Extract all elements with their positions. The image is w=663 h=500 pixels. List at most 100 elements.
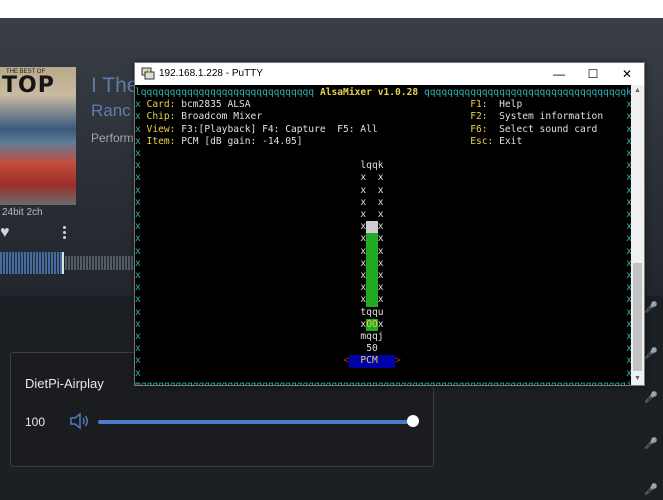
- info-value: F3:[Playback] F4: Capture F5: All: [181, 123, 378, 135]
- border-left: x: [135, 99, 141, 111]
- fader-level: aa: [366, 245, 378, 258]
- maximize-button[interactable]: ☐: [576, 63, 610, 85]
- info-value: PCM [dB gain: -14.05]: [181, 135, 303, 147]
- waveform-played: [0, 252, 62, 274]
- border-left: x: [135, 160, 141, 172]
- browser-top-bar: [0, 0, 663, 18]
- terminal-area[interactable]: lqqqqqqqqqqqqqqqqqqqqqqqqqqqqqq AlsaMixe…: [135, 85, 631, 385]
- key-label: F6:: [470, 123, 488, 135]
- border-left: x: [135, 257, 141, 269]
- border-left: x: [135, 294, 141, 306]
- key-action: Select sound card: [499, 123, 598, 135]
- key-label: F2:: [470, 111, 488, 123]
- minimize-button[interactable]: —: [542, 63, 576, 85]
- scroll-down-icon[interactable]: ▼: [631, 373, 644, 385]
- audio-format-info: 24bit 2ch: [2, 207, 43, 218]
- album-art: THE BEST OF TOP: [0, 67, 76, 205]
- border-left: x: [135, 123, 141, 135]
- border-left: x: [135, 318, 141, 330]
- fader-edge: x: [377, 221, 384, 233]
- waveform-seekbar[interactable]: [0, 252, 134, 274]
- more-options-icon[interactable]: [61, 226, 69, 242]
- speaker-icon[interactable]: [69, 412, 91, 430]
- channel-name: PCM: [348, 355, 396, 368]
- mixer-title: AlsaMixer v1.0.28: [314, 87, 424, 98]
- key-label: Esc:: [470, 135, 494, 147]
- putty-title-bar[interactable]: 192.168.1.228 - PuTTY — ☐ ✕: [135, 63, 644, 85]
- fader-edge: x: [377, 233, 384, 245]
- key-action: Exit: [499, 135, 523, 147]
- mic-icon[interactable]: 🎤: [644, 348, 658, 360]
- fader-edge: x: [377, 257, 384, 269]
- scroll-up-icon[interactable]: ▲: [631, 85, 644, 97]
- track-performer: Perform: [91, 131, 134, 145]
- info-value: bcm2835 ALSA: [181, 99, 251, 111]
- window-title: 192.168.1.228 - PuTTY: [159, 68, 263, 79]
- mic-icon[interactable]: 🎤: [644, 392, 658, 404]
- border-left: x: [135, 245, 141, 257]
- mic-icon[interactable]: 🎤: [644, 302, 658, 314]
- mute-indicator: OO: [366, 318, 378, 331]
- waveform-remaining: [62, 256, 134, 270]
- fader-bottom: mqqj: [360, 331, 384, 342]
- fader-edge: x: [377, 270, 384, 281]
- fader-empty: x x: [360, 209, 384, 220]
- border-left: x: [135, 306, 141, 318]
- volume-slider-thumb[interactable]: [407, 415, 419, 427]
- mic-icon[interactable]: 🎤: [644, 484, 658, 496]
- putty-window: 192.168.1.228 - PuTTY — ☐ ✕ lqqqqqqqqqqq…: [134, 62, 645, 386]
- close-button[interactable]: ✕: [610, 63, 644, 85]
- panel-title: DietPi-Airplay: [25, 376, 104, 391]
- fader-empty: x x: [360, 172, 384, 184]
- fader-level: aa: [366, 270, 378, 283]
- scroll-thumb[interactable]: [633, 263, 642, 371]
- border-left: x: [135, 233, 141, 245]
- border-left: x: [135, 111, 141, 123]
- border-left: x: [135, 331, 141, 342]
- heart-icon[interactable]: ♥: [0, 225, 14, 241]
- border-left: x: [135, 343, 141, 355]
- border-left: x: [135, 196, 141, 208]
- border-left: x: [135, 367, 141, 379]
- bottom-border: mqqqqqqqqqqqqqqqqqqqqqqqqqqqqqqqqqqqqqqq…: [135, 380, 631, 385]
- border-left: x: [135, 172, 141, 184]
- key-label: F1:: [470, 99, 488, 111]
- header-border-right: qqqqqqqqqqqqqqqqqqqqqqqqqqqqqqqqqqqk: [424, 87, 631, 98]
- mic-icon[interactable]: 🎤: [644, 438, 658, 450]
- channel-value: 50: [366, 343, 378, 355]
- album-art-text: TOP: [2, 73, 55, 98]
- border-left: x: [135, 221, 141, 233]
- channel-right-arrow: >: [395, 355, 401, 367]
- fader-level: aa: [366, 233, 378, 246]
- fader-top: lqqk: [360, 160, 384, 172]
- border-left: x: [135, 355, 141, 367]
- volume-slider-track[interactable]: [98, 420, 414, 424]
- key-action: Help: [499, 99, 523, 111]
- fader-level: aa: [366, 221, 378, 234]
- fader-mid: tqqu: [360, 306, 384, 318]
- info-value: Broadcom Mixer: [181, 111, 263, 123]
- fader-level: aa: [366, 257, 378, 270]
- info-label: Item:: [146, 135, 176, 147]
- border-left: x: [135, 148, 141, 159]
- track-title[interactable]: I The: [91, 74, 138, 98]
- info-label: Chip:: [146, 111, 176, 123]
- fader-edge: x: [377, 282, 384, 294]
- fader-level: aa: [366, 294, 378, 307]
- border-left: x: [135, 209, 141, 220]
- border-left: x: [135, 135, 141, 147]
- fader-edge: x: [377, 245, 384, 257]
- info-label: Card:: [146, 99, 176, 111]
- putty-icon: [141, 67, 155, 80]
- info-label: View:: [146, 123, 176, 135]
- key-action: System information: [499, 111, 604, 123]
- border-left: x: [135, 270, 141, 281]
- terminal-scrollbar[interactable]: ▲ ▼: [631, 85, 644, 385]
- seek-cursor[interactable]: [62, 252, 64, 274]
- fader-level: aa: [366, 282, 378, 295]
- volume-value: 100: [25, 415, 46, 429]
- track-artist[interactable]: Ranc: [91, 101, 131, 121]
- fader-edge: x: [377, 294, 384, 306]
- header-border-left: lqqqqqqqqqqqqqqqqqqqqqqqqqqqqqq: [135, 87, 315, 98]
- mute-edge: x: [377, 318, 384, 330]
